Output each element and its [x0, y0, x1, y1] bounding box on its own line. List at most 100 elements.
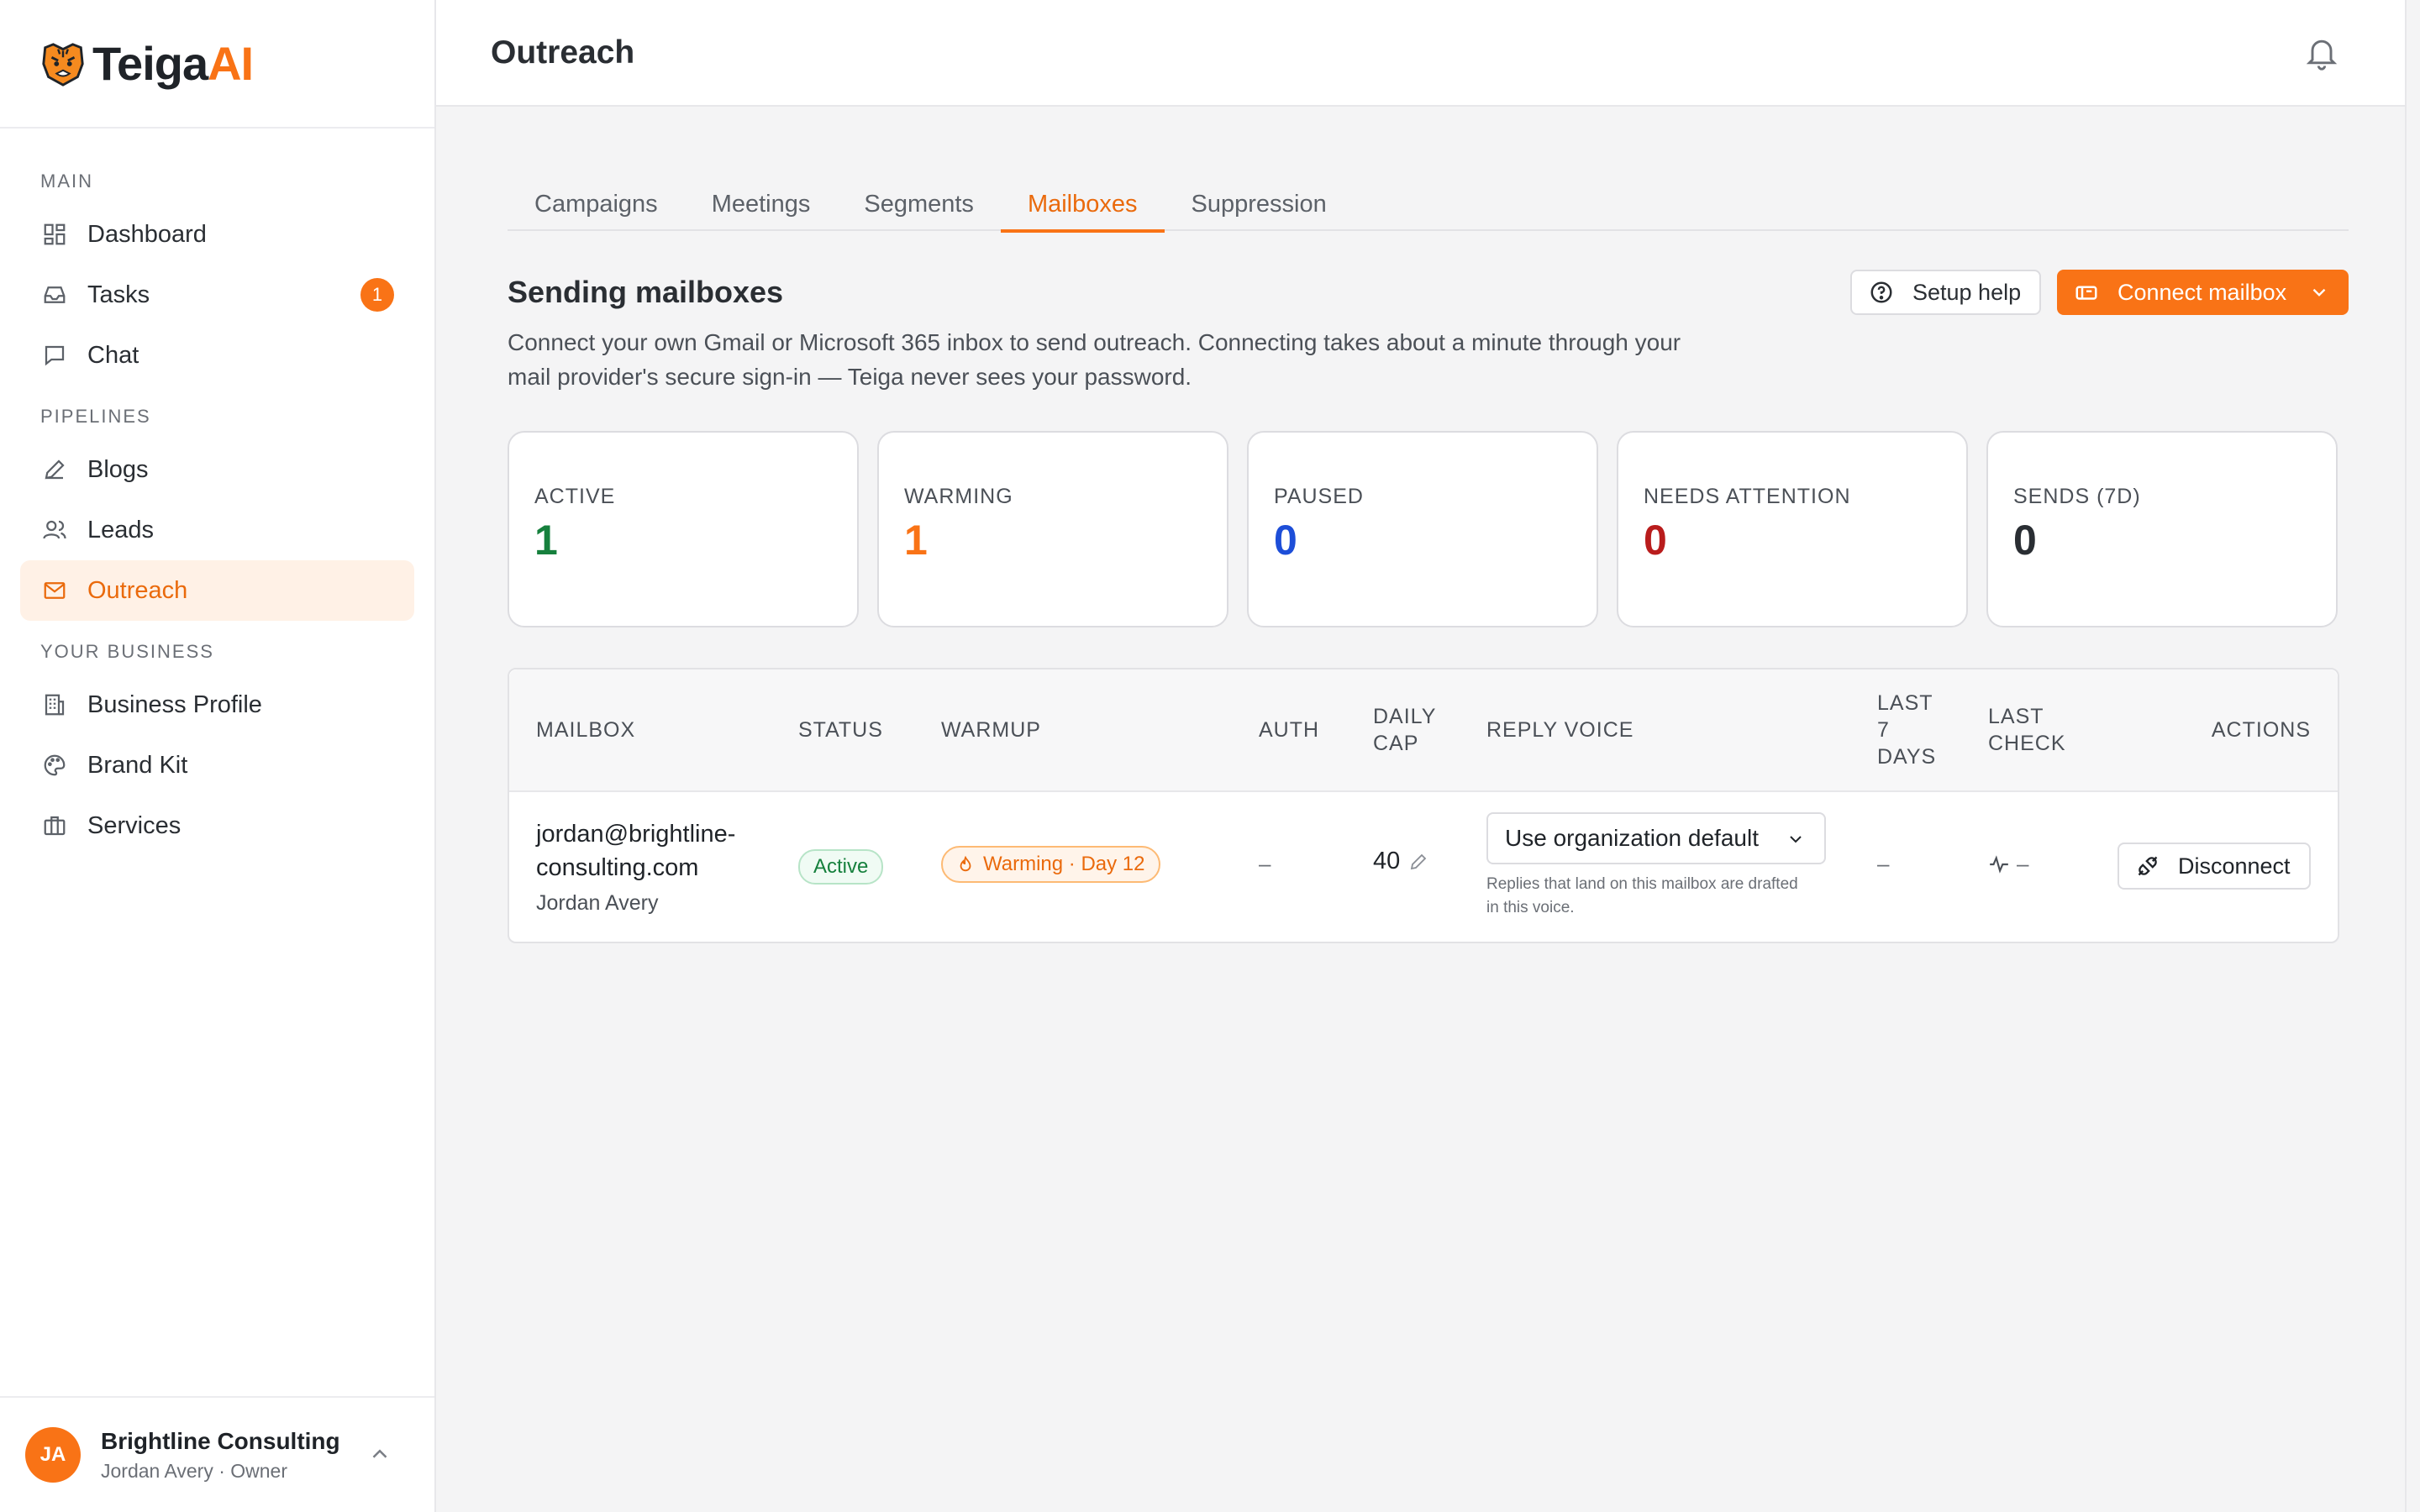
stat-value: 1: [904, 517, 928, 564]
scrollbar[interactable]: [2405, 0, 2420, 1512]
main-nav: MAIN Dashboard Tasks 1 Chat PIPELINES Bl…: [0, 129, 434, 856]
sidebar-item-business-profile[interactable]: Business Profile: [20, 675, 414, 735]
account-name: Brightline Consulting: [101, 1427, 340, 1454]
daily-cap[interactable]: 40: [1373, 848, 1428, 875]
stat-label: NEEDS ATTENTION: [1644, 485, 1851, 508]
avatar: JA: [25, 1427, 81, 1483]
auth-value: –: [1259, 851, 1271, 876]
connect-mailbox-button[interactable]: Connect mailbox: [2057, 270, 2349, 315]
column-header-line: 7: [1877, 718, 1890, 742]
help-circle-icon: [1870, 281, 1892, 303]
mailbox-icon: [2075, 286, 2097, 300]
sidebar-item-label: Tasks: [87, 281, 150, 308]
warmup-badge: Warming · Day 12: [941, 846, 1160, 883]
reply-voice-cell: Use organization default Replies that la…: [1486, 812, 1826, 920]
section-description: Connect your own Gmail or Microsoft 365 …: [508, 329, 1681, 390]
briefcase-icon: [40, 811, 69, 840]
stat-label: ACTIVE: [534, 485, 616, 508]
disconnect-label: Disconnect: [2178, 853, 2291, 879]
brand-name: TeigaAI: [92, 37, 254, 90]
section-header: Sending mailboxes Connect your own Gmail…: [508, 270, 2349, 392]
column-header-last-7-days: LAST 7 DAYS: [1877, 690, 1936, 770]
mailbox-email-line: consulting.com: [536, 854, 699, 881]
reply-voice-select[interactable]: Use organization default: [1486, 812, 1826, 864]
reply-voice-value: Use organization default: [1505, 825, 1759, 851]
table-row: jordan@brightline- consulting.com Jordan…: [509, 792, 2338, 942]
account-switcher[interactable]: JA Brightline Consulting Jordan Avery · …: [0, 1396, 434, 1512]
column-header-line: CAP: [1373, 732, 1419, 755]
tasks-count-badge: 1: [360, 278, 394, 312]
chevron-down-icon: [2312, 288, 2326, 297]
stat-value: 1: [534, 517, 558, 564]
stat-card-sends-7d: SENDS (7D) 0: [1986, 431, 2338, 627]
sidebar-item-label: Dashboard: [87, 220, 207, 248]
stat-label: WARMING: [904, 485, 1013, 508]
sidebar-item-label: Business Profile: [87, 690, 262, 718]
unplug-icon: [2138, 856, 2158, 876]
stat-value: 0: [2013, 517, 2037, 564]
tab-segments[interactable]: Segments: [837, 164, 1001, 231]
account-role: Jordan Avery · Owner: [101, 1459, 288, 1482]
inbox-icon: [40, 281, 69, 309]
warmup-cell: Warming · Day 12: [941, 846, 1160, 883]
users-icon: [40, 516, 69, 544]
stat-label: SENDS (7D): [2013, 485, 2141, 508]
reply-voice-help: Replies that land on this mailbox are dr…: [1486, 875, 1798, 916]
sidebar-item-services[interactable]: Services: [20, 795, 414, 856]
column-header-line: CHECK: [1988, 732, 2066, 755]
stat-card-active: ACTIVE 1: [508, 431, 859, 627]
column-header-actions: ACTIONS: [2211, 718, 2311, 742]
sidebar-item-brand-kit[interactable]: Brand Kit: [20, 735, 414, 795]
last-check-value: –: [2017, 851, 2029, 876]
main-area: Outreach Campaigns Meetings Segments Mai…: [436, 0, 2420, 1512]
sidebar-item-blogs[interactable]: Blogs: [20, 439, 414, 500]
bell-icon[interactable]: [2303, 34, 2340, 71]
column-header-reply-voice: REPLY VOICE: [1486, 718, 1634, 742]
setup-help-button[interactable]: Setup help: [1850, 270, 2041, 315]
sidebar-item-label: Blogs: [87, 455, 149, 483]
column-header-mailbox: MAILBOX: [536, 718, 636, 742]
disconnect-button[interactable]: Disconnect: [2118, 843, 2311, 890]
sidebar-item-chat[interactable]: Chat: [20, 325, 414, 386]
setup-help-label: Setup help: [1912, 279, 2022, 305]
actions-cell: Disconnect: [2118, 843, 2311, 890]
sidebar-item-outreach[interactable]: Outreach: [20, 560, 414, 621]
status-badge: Active: [798, 849, 884, 885]
stats-row: ACTIVE 1 WARMING 1 PAUSED 0 NEEDS ATTENT…: [508, 431, 2349, 627]
chat-icon: [40, 341, 69, 370]
stat-value: 0: [1644, 517, 1667, 564]
stat-card-needs-attention: NEEDS ATTENTION 0: [1617, 431, 1968, 627]
column-header-daily-cap: DAILY CAP: [1373, 703, 1436, 757]
column-header-line: LAST: [1988, 705, 2044, 728]
sidebar-item-label: Leads: [87, 516, 155, 543]
sidebar-item-label: Brand Kit: [87, 751, 188, 779]
mailbox-owner: Jordan Avery: [536, 891, 659, 915]
sidebar-item-dashboard[interactable]: Dashboard: [20, 204, 414, 265]
tab-campaigns[interactable]: Campaigns: [508, 164, 685, 231]
building-icon: [40, 690, 69, 719]
tab-meetings[interactable]: Meetings: [685, 164, 838, 231]
logo[interactable]: TeigaAI: [0, 0, 434, 129]
column-header-last-check: LAST CHECK: [1988, 703, 2066, 757]
connect-mailbox-label: Connect mailbox: [2118, 279, 2287, 305]
stat-value: 0: [1274, 517, 1297, 564]
content: Campaigns Meetings Segments Mailboxes Su…: [436, 164, 2420, 943]
flame-icon: [960, 855, 971, 872]
chevron-down-icon: [1790, 836, 1802, 843]
mail-icon: [40, 576, 69, 605]
column-header-auth: AUTH: [1259, 718, 1320, 742]
stat-card-paused: PAUSED 0: [1247, 431, 1598, 627]
edit-pencil-icon[interactable]: [1408, 852, 1428, 872]
mailbox-cell: jordan@brightline- consulting.com Jordan…: [536, 817, 735, 916]
table-header: MAILBOX STATUS WARMUP AUTH DAILY CAP REP…: [509, 669, 2338, 792]
chevron-up-icon: [372, 1449, 387, 1458]
daily-cap-cell: 40: [1373, 848, 1428, 875]
sidebar-item-label: Outreach: [87, 576, 188, 604]
tab-bar: Campaigns Meetings Segments Mailboxes Su…: [508, 164, 2349, 233]
nav-section-your-business: YOUR BUSINESS: [40, 641, 214, 662]
tab-suppression[interactable]: Suppression: [1165, 164, 1354, 231]
sidebar-item-leads[interactable]: Leads: [20, 500, 414, 560]
tab-mailboxes[interactable]: Mailboxes: [1000, 164, 1165, 233]
sidebar-item-tasks[interactable]: Tasks 1: [20, 265, 414, 325]
stat-card-warming: WARMING 1: [877, 431, 1228, 627]
